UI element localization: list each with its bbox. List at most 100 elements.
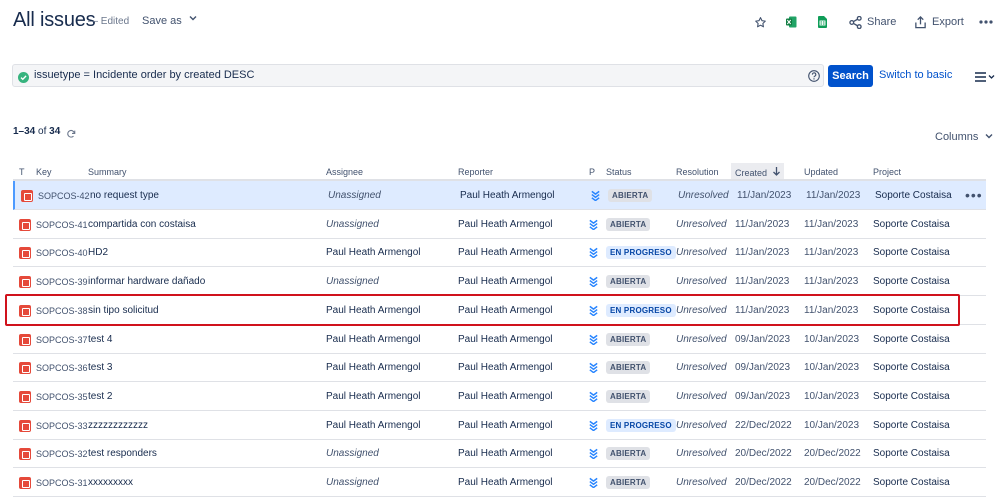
issue-created: 09/Jan/2023 [735,390,791,402]
priority-lowest-icon [588,276,599,290]
priority-lowest-icon [588,219,599,233]
refresh-icon[interactable] [66,126,76,144]
more-icon[interactable] [979,13,993,31]
excel-icon[interactable] [786,13,797,31]
column-header-type[interactable]: T [19,167,25,177]
switch-to-basic-link[interactable]: Switch to basic [879,69,952,81]
status-badge: ABIERTA [606,447,651,461]
issue-summary-link[interactable]: informar hardware dañado [88,276,205,287]
issue-created: 11/Jan/2023 [737,190,792,201]
issue-assignee: Paul Heath Armengol [326,304,421,316]
issue-summary-link[interactable]: HD2 [88,247,108,258]
issue-summary-link[interactable]: zzzzzzzzzzzz [88,420,148,431]
issue-reporter: Paul Heath Armengol [458,304,553,316]
column-header-created[interactable]: Created [731,163,784,179]
column-header-status[interactable]: Status [606,167,632,177]
save-as-button[interactable]: Save as [142,15,182,27]
help-icon[interactable] [808,69,820,87]
incident-type-icon [19,247,31,260]
priority-lowest-icon [588,362,599,376]
table-row[interactable]: SOPCOS-35 test 2 Paul Heath Armengol Paul H… [13,382,986,411]
issue-key-link[interactable]: SOPCOS-32 [36,449,88,459]
table-row[interactable]: SOPCOS-33 zzzzzzzzzzzz Paul Heath Armengol… [13,411,986,440]
column-header-reporter[interactable]: Reporter [458,167,493,177]
column-header-priority[interactable]: P [589,167,595,177]
issue-reporter: Paul Heath Armengol [458,419,553,431]
issue-updated: 11/Jan/2023 [804,276,859,288]
table-row[interactable]: SOPCOS-40 HD2 Paul Heath Armengol Paul Heat… [13,238,986,268]
issue-summary-link[interactable]: test 2 [88,391,112,402]
jql-query-text[interactable]: issuetype = Incidente order by created D… [34,69,254,81]
issue-updated: 20/Dec/2022 [804,477,861,488]
table-row[interactable]: SOPCOS-36 test 3 Paul Heath Armengol Paul H… [13,353,986,383]
issue-key-link[interactable]: SOPCOS-37 [36,335,88,345]
issue-project: Soporte Costaisa [873,218,950,230]
issue-key-link[interactable]: SOPCOS-31 [36,478,88,488]
issue-project: Soporte Costaisa [873,276,950,288]
table-row[interactable]: SOPCOS-32 test responders Unassigned Paul H… [13,439,986,469]
issue-updated: 10/Jan/2023 [804,390,860,402]
search-button[interactable]: Search [828,65,873,87]
issue-updated: 11/Jan/2023 [806,190,861,201]
issue-summary-link[interactable]: compartida con costaisa [88,219,196,230]
issue-project: Soporte Costaisa [873,247,950,259]
issue-updated: 10/Jan/2023 [804,362,860,374]
issue-key-link[interactable]: SOPCOS-42 [38,191,90,201]
issue-updated: 11/Jan/2023 [804,247,859,259]
table-row[interactable]: SOPCOS-39 informar hardware dañado Unassig… [13,267,986,297]
issue-project: Soporte Costaisa [873,304,950,316]
issue-key-link[interactable]: SOPCOS-35 [36,392,88,402]
column-header-summary[interactable]: Summary [88,167,127,177]
issue-summary-link[interactable]: test 3 [88,362,112,373]
issue-project: Soporte Costaisa [873,390,950,402]
issue-summary-link[interactable]: test responders [88,448,157,459]
priority-lowest-icon [588,334,599,348]
status-badge: ABIERTA [606,476,651,489]
table-row[interactable]: SOPCOS-42 no request type Unassigned Paul H… [13,181,986,210]
page-title: All issues [13,9,96,31]
table-row[interactable]: SOPCOS-31 xxxxxxxxx Unassigned Paul Heath A… [13,468,986,497]
results-count: 1–34 of 34 [13,126,60,137]
issue-project: Soporte Costaisa [875,190,952,201]
column-header-updated[interactable]: Updated [804,167,838,177]
issue-key-link[interactable]: SOPCOS-33 [36,421,88,431]
issue-key-link[interactable]: SOPCOS-38 [36,306,88,316]
star-icon[interactable] [754,13,767,31]
column-header-assignee[interactable]: Assignee [326,167,363,177]
issue-key-link[interactable]: SOPCOS-41 [36,220,88,230]
status-badge: ABIERTA [606,332,651,346]
issue-reporter: Paul Heath Armengol [458,362,553,374]
menu-icon[interactable] [975,69,995,87]
table-row[interactable]: SOPCOS-38 sin tipo solicitud Paul Heath Ar… [13,296,986,325]
issue-summary-link[interactable]: xxxxxxxxx [88,477,133,488]
column-header-resolution[interactable]: Resolution [676,167,719,177]
issue-project: Soporte Costaisa [873,419,950,431]
issue-key-link[interactable]: SOPCOS-39 [36,277,88,287]
export-button[interactable]: Export [914,13,964,31]
issue-resolution: Unresolved [676,477,727,488]
issue-reporter: Paul Heath Armengol [458,477,553,488]
issue-summary-link[interactable]: test 4 [88,334,112,345]
table-row[interactable]: SOPCOS-41 compartida con costaisa Unassign… [13,210,986,239]
issue-key-link[interactable]: SOPCOS-40 [36,248,88,258]
issue-summary-link[interactable]: sin tipo solicitud [88,305,159,316]
issue-reporter: Paul Heath Armengol [458,247,553,259]
table-row[interactable]: SOPCOS-37 test 4 Paul Heath Armengol Paul H… [13,325,986,354]
priority-lowest-icon [588,477,599,491]
issue-created: 11/Jan/2023 [735,218,790,230]
issue-reporter: Paul Heath Armengol [458,276,553,288]
column-header-key[interactable]: Key [36,167,52,177]
issue-project: Soporte Costaisa [873,448,950,460]
columns-button[interactable]: Columns [935,131,993,143]
row-actions-icon[interactable]: ••• [965,187,983,203]
jql-query-field[interactable]: issuetype = Incidente order by created D… [12,64,824,87]
issue-key-link[interactable]: SOPCOS-36 [36,363,88,373]
issue-summary-link[interactable]: no request type [90,190,159,201]
issue-resolution: Unresolved [678,190,729,201]
chevron-down-icon [985,131,993,143]
issue-reporter: Paul Heath Armengol [458,448,553,460]
share-button[interactable]: Share [849,13,896,31]
chevron-down-icon[interactable] [189,14,197,24]
column-header-project[interactable]: Project [873,167,901,177]
sheets-icon[interactable] [818,13,827,31]
